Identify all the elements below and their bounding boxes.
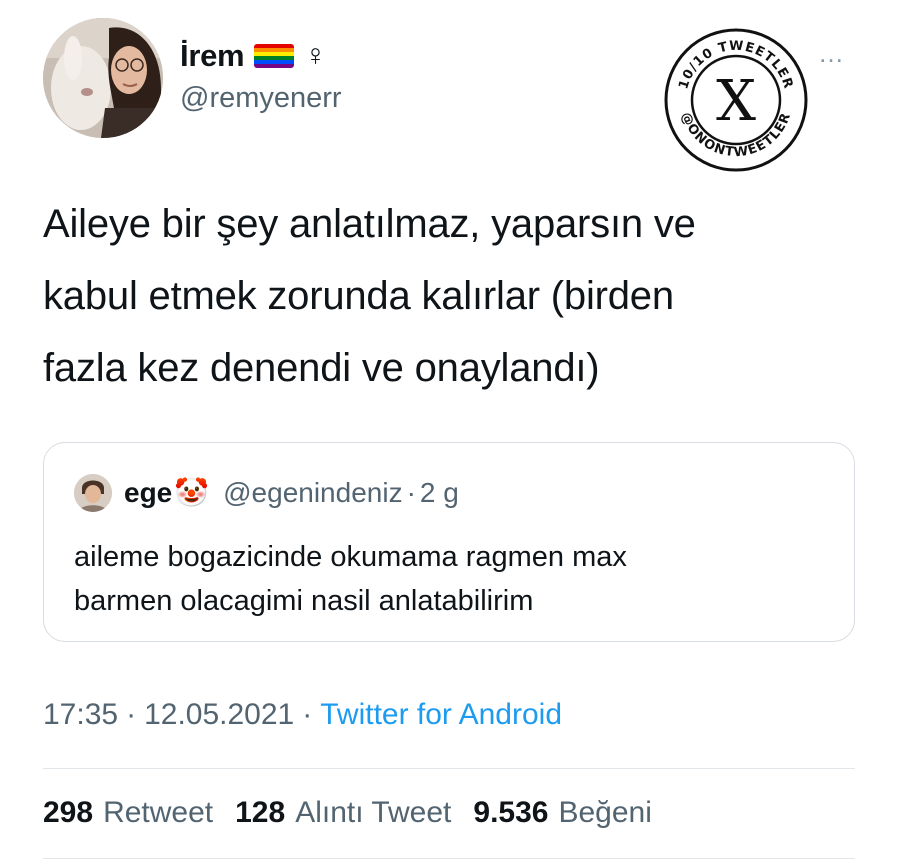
quoted-tweet-text: aileme bogazicinde okumama ragmen max ba… xyxy=(74,535,834,623)
divider xyxy=(43,858,855,859)
quote-count[interactable]: 128 xyxy=(235,796,285,830)
like-count[interactable]: 9.536 xyxy=(473,796,548,830)
tweet-date[interactable]: 12.05.2021 xyxy=(144,698,294,732)
quoted-handle[interactable]: @egenindeniz xyxy=(223,477,402,509)
author-handle[interactable]: @remyenerr xyxy=(180,82,342,115)
quoted-avatar[interactable] xyxy=(74,474,112,512)
quoted-tweet-header: ege 🤡 @egenindeniz · 2 g xyxy=(74,473,459,513)
tweet-line: fazla kez denendi ve onaylandı) xyxy=(43,346,600,390)
clown-emoji-icon: 🤡 xyxy=(174,477,210,508)
more-options-icon[interactable]: … xyxy=(818,40,845,66)
tweet-line: Aileye bir şey anlatılmaz, yaparsın ve xyxy=(43,202,696,246)
quoted-tweet-card[interactable]: ege 🤡 @egenindeniz · 2 g aileme bogazici… xyxy=(43,442,855,642)
tweet-time[interactable]: 17:35 xyxy=(43,698,118,732)
meta-separator: · xyxy=(126,698,137,731)
like-label[interactable]: Beğeni xyxy=(558,796,651,830)
retweet-count[interactable]: 298 xyxy=(43,796,93,830)
tweet-text: Aileye bir şey anlatılmaz, yaparsın ve k… xyxy=(43,188,863,404)
badge-center-text: X xyxy=(716,69,756,134)
tweet-stats: 298 Retweet 128 Alıntı Tweet 9.536 Beğen… xyxy=(43,796,674,830)
tweet-line: kabul etmek zorunda kalırlar (birden xyxy=(43,274,674,318)
tweet-meta: 17:35 · 12.05.2021 · Twitter for Android xyxy=(43,698,562,732)
quoted-line: barmen olacagimi nasil anlatabilirim xyxy=(74,585,534,617)
retweet-label[interactable]: Retweet xyxy=(103,796,213,830)
divider xyxy=(43,768,855,769)
quoted-line: aileme bogazicinde okumama ragmen max xyxy=(74,541,627,573)
author-avatar[interactable] xyxy=(43,18,163,138)
rainbow-flag-icon xyxy=(254,44,295,68)
quoted-time: 2 g xyxy=(419,477,459,508)
quoted-separator: · xyxy=(406,477,416,508)
quoted-display-name[interactable]: ege xyxy=(124,477,172,509)
author-display-name[interactable]: İrem xyxy=(180,38,245,74)
female-sign-icon: ♀ xyxy=(304,39,327,72)
tweet-source-link[interactable]: Twitter for Android xyxy=(320,698,562,732)
meta-separator: · xyxy=(302,698,313,731)
author-name-row: İrem ♀ xyxy=(180,36,327,76)
quote-label[interactable]: Alıntı Tweet xyxy=(295,796,451,830)
watermark-badge: 10/10 TWEETLER @ONONTWEETLER X xyxy=(664,28,808,172)
